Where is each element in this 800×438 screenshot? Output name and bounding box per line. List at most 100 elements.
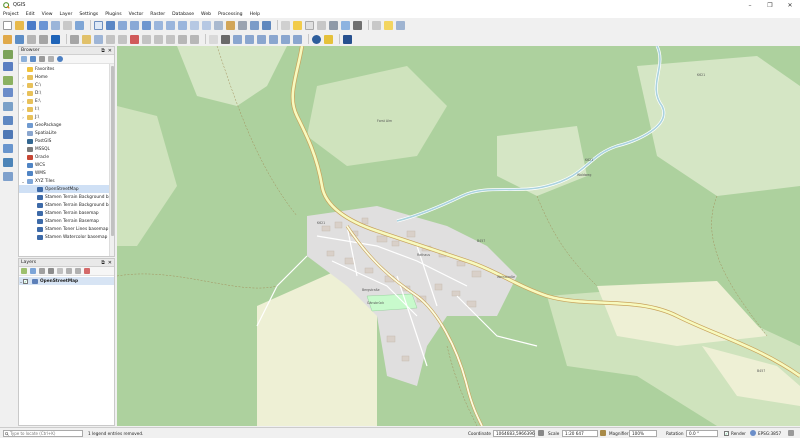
new-map-view-icon[interactable] bbox=[214, 20, 223, 30]
zoom-selection-icon[interactable] bbox=[154, 20, 163, 30]
print-layout-icon[interactable] bbox=[51, 20, 60, 30]
copy-features-icon[interactable] bbox=[154, 34, 163, 44]
undo-icon[interactable] bbox=[178, 34, 187, 44]
coordinate-field[interactable]: 1064683,5966396 bbox=[493, 430, 535, 437]
temporal-icon[interactable] bbox=[226, 20, 235, 30]
plugin-icon[interactable] bbox=[324, 34, 333, 44]
redo-icon[interactable] bbox=[190, 34, 199, 44]
close-button[interactable]: ✕ bbox=[780, 0, 800, 10]
menu-web[interactable]: Web bbox=[201, 12, 211, 17]
crs-icon[interactable] bbox=[750, 430, 756, 436]
label-tool-icon[interactable] bbox=[209, 34, 218, 44]
browser-item[interactable]: › I:\ bbox=[19, 105, 114, 113]
label-rotate-icon[interactable] bbox=[257, 34, 266, 44]
zoom-native-icon[interactable] bbox=[178, 20, 187, 30]
bookmark-icon[interactable] bbox=[238, 20, 247, 30]
show-bookmarks-icon[interactable] bbox=[250, 20, 259, 30]
new-shapefile-icon[interactable] bbox=[27, 34, 36, 44]
browser-item[interactable]: WCS bbox=[19, 161, 114, 169]
menu-plugins[interactable]: Plugins bbox=[105, 12, 121, 17]
text-annotation-icon[interactable] bbox=[396, 20, 405, 30]
layer-visibility-checkbox[interactable]: ✓ bbox=[23, 278, 28, 284]
render-checkbox[interactable]: ✓ bbox=[724, 431, 729, 436]
processing-toolbox-icon[interactable] bbox=[341, 20, 350, 30]
menu-settings[interactable]: Settings bbox=[79, 12, 98, 17]
collapse-all-icon[interactable] bbox=[48, 56, 54, 62]
toggle-editing-icon[interactable] bbox=[82, 34, 91, 44]
menu-raster[interactable]: Raster bbox=[150, 12, 165, 17]
browser-item[interactable]: › Home bbox=[19, 73, 114, 81]
browser-item[interactable]: OpenStreetMap bbox=[19, 185, 114, 193]
add-mesh-layer-icon[interactable] bbox=[3, 76, 13, 85]
browser-item[interactable]: Stamen Terrain basemap bbox=[19, 209, 114, 217]
tree-expand-arrow[interactable]: › bbox=[21, 91, 25, 96]
menu-layer[interactable]: Layer bbox=[60, 12, 73, 17]
menu-vector[interactable]: Vector bbox=[129, 12, 144, 17]
tree-expand-arrow[interactable]: › bbox=[21, 83, 25, 88]
tree-expand-arrow[interactable]: › bbox=[21, 107, 25, 112]
browser-item[interactable]: › J:\ bbox=[19, 113, 114, 121]
tree-expand-arrow[interactable]: ⌄ bbox=[21, 179, 25, 184]
browser-item[interactable]: › E:\ bbox=[19, 97, 114, 105]
browser-scrollbar[interactable] bbox=[109, 64, 114, 256]
browser-item[interactable]: MSSQL bbox=[19, 145, 114, 153]
save-edits-icon[interactable] bbox=[94, 34, 103, 44]
menu-help[interactable]: Help bbox=[250, 12, 260, 17]
rotation-field[interactable]: 0.0 ° bbox=[686, 430, 718, 437]
cut-features-icon[interactable] bbox=[142, 34, 151, 44]
browser-item[interactable]: PostGIS bbox=[19, 137, 114, 145]
filter-expression-icon[interactable] bbox=[57, 268, 63, 274]
menu-processing[interactable]: Processing bbox=[218, 12, 243, 17]
locator-search-input[interactable]: Type to locate (Ctrl+K) bbox=[3, 430, 83, 437]
zoom-in-icon[interactable] bbox=[118, 20, 127, 30]
add-delimited-text-icon[interactable] bbox=[3, 88, 13, 97]
messages-icon[interactable] bbox=[788, 430, 794, 436]
menu-view[interactable]: View bbox=[42, 12, 53, 17]
paste-features-icon[interactable] bbox=[166, 34, 175, 44]
label-change-icon[interactable] bbox=[269, 34, 278, 44]
browser-item[interactable]: Stamen Terrain Basemap bbox=[19, 217, 114, 225]
add-wfs-icon[interactable] bbox=[3, 158, 13, 167]
filter-icon[interactable] bbox=[39, 56, 45, 62]
tree-expand-arrow[interactable]: › bbox=[21, 75, 25, 80]
zoom-out-icon[interactable] bbox=[130, 20, 139, 30]
tree-expand-arrow[interactable]: › bbox=[21, 99, 25, 104]
pan-to-selection-icon[interactable] bbox=[106, 20, 115, 30]
new-project-icon[interactable] bbox=[3, 20, 12, 30]
manage-themes-icon[interactable] bbox=[39, 268, 45, 274]
remove-layer-icon[interactable] bbox=[84, 268, 90, 274]
callout-icon[interactable] bbox=[293, 34, 302, 44]
layers-close-button[interactable]: ✕ bbox=[108, 260, 112, 266]
browser-item[interactable]: ⌄ XYZ Tiles bbox=[19, 177, 114, 185]
data-source-manager-icon[interactable] bbox=[3, 34, 12, 44]
layout-manager-icon[interactable] bbox=[63, 20, 72, 30]
add-spatialite-icon[interactable] bbox=[3, 102, 13, 111]
browser-item[interactable]: GeoPackage bbox=[19, 121, 114, 129]
info-icon[interactable] bbox=[57, 56, 63, 62]
browser-item[interactable]: Stamen Terrain Background ba bbox=[19, 201, 114, 209]
label-move-icon[interactable] bbox=[245, 34, 254, 44]
label-pin-icon[interactable] bbox=[221, 34, 230, 44]
annotation-icon[interactable] bbox=[384, 20, 393, 30]
new-geopackage-icon[interactable] bbox=[15, 34, 24, 44]
menu-edit[interactable]: Edit bbox=[26, 12, 35, 17]
maximize-button[interactable]: ❐ bbox=[760, 0, 780, 10]
browser-item[interactable]: Stamen Toner Lines basemap bbox=[19, 225, 114, 233]
layers-float-button[interactable]: ⧉ bbox=[101, 260, 105, 266]
pan-icon[interactable] bbox=[94, 20, 103, 30]
scale-field[interactable]: 1:20 647 bbox=[562, 430, 598, 437]
expand-all-icon[interactable] bbox=[66, 268, 72, 274]
scale-lock-icon[interactable] bbox=[600, 430, 606, 436]
browser-item[interactable]: Oracle bbox=[19, 153, 114, 161]
attribute-table-icon[interactable] bbox=[317, 20, 326, 30]
python-console-icon[interactable] bbox=[312, 34, 321, 44]
style-manager-icon[interactable] bbox=[75, 20, 84, 30]
save-project-icon[interactable] bbox=[27, 20, 36, 30]
diagram-icon[interactable] bbox=[281, 34, 290, 44]
select-features-icon[interactable] bbox=[293, 20, 302, 30]
grass-icon[interactable] bbox=[343, 34, 352, 44]
add-vector-layer-icon[interactable] bbox=[3, 50, 13, 59]
browser-item[interactable]: › D:\ bbox=[19, 89, 114, 97]
menu-project[interactable]: Project bbox=[3, 12, 19, 17]
collapse-layers-icon[interactable] bbox=[75, 268, 81, 274]
